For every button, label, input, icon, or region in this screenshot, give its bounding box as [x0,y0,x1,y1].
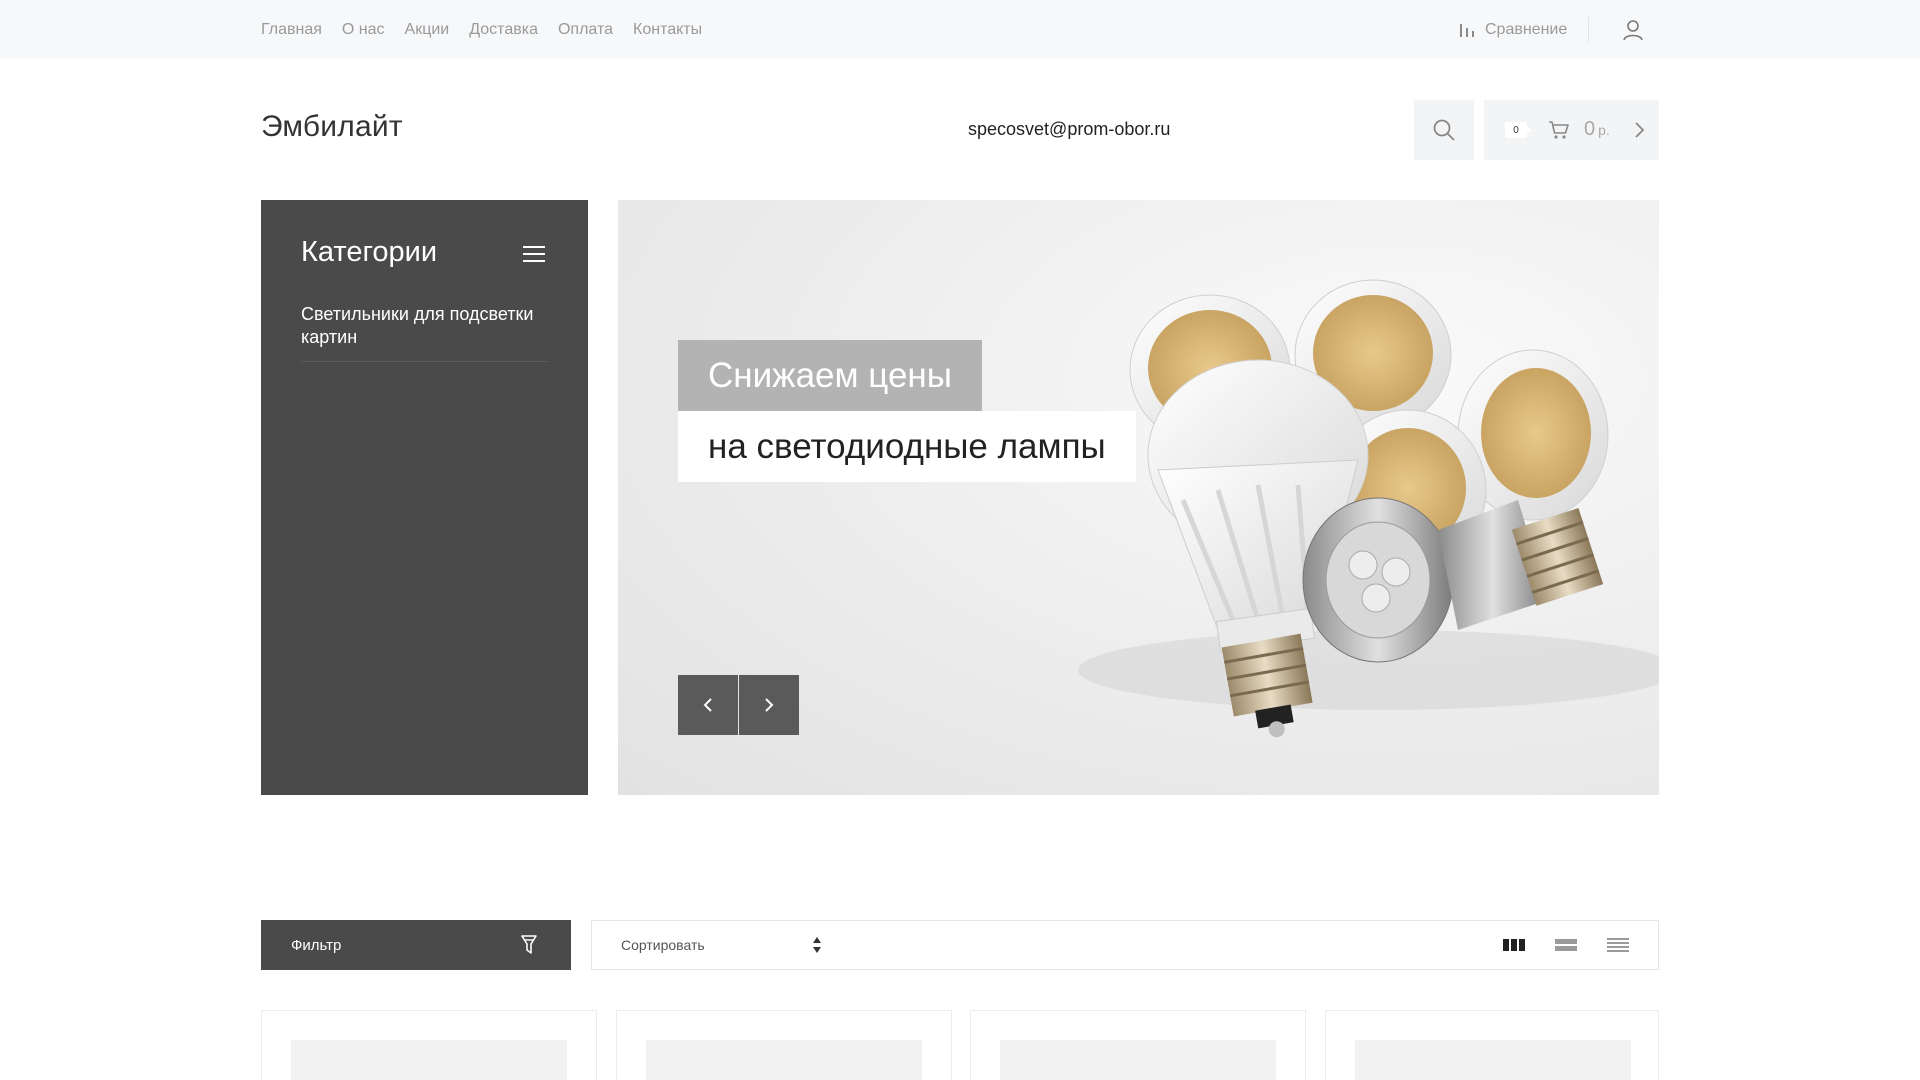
chevron-right-icon [1635,122,1645,138]
menu-icon[interactable] [522,244,546,264]
nav-link-payment[interactable]: Оплата [558,21,613,39]
slider-next-button[interactable] [739,675,799,735]
cart-total-value: 0 [1584,118,1596,140]
sort-select[interactable]: Сортировать [621,937,705,953]
site-logo[interactable]: Эмбилайт [261,110,403,144]
promo-banner-slider[interactable]: Снижаем цены на светодиодные лампы [618,200,1659,795]
categories-sidebar: Категории Светильники для подсветки карт… [261,200,588,795]
nav-link-home[interactable]: Главная [261,21,322,39]
cart-button[interactable]: 0 0 р. [1484,100,1659,160]
filter-label: Фильтр [291,936,342,954]
chevron-left-icon [703,698,712,712]
compare-icon [1460,23,1474,37]
nav-link-promotions[interactable]: Акции [405,21,450,39]
search-button[interactable] [1414,100,1474,160]
categories-title: Категории [301,236,438,268]
product-image-placeholder [646,1040,922,1080]
banner-caption-line-1: Снижаем цены [678,340,982,411]
product-card[interactable] [616,1010,952,1080]
nav-link-delivery[interactable]: Доставка [469,21,538,39]
slider-prev-button[interactable] [678,675,738,735]
cart-count-badge: 0 [1505,122,1532,138]
product-card[interactable] [1325,1010,1659,1080]
product-image-placeholder [1000,1040,1276,1080]
product-card[interactable] [261,1010,597,1080]
grid-view-icon[interactable] [1502,936,1526,954]
top-bar: Главная О нас Акции Доставка Оплата Конт… [0,0,1920,59]
nav-link-about[interactable]: О нас [342,21,385,39]
top-navigation: Главная О нас Акции Доставка Оплата Конт… [261,0,702,59]
sort-arrows-icon[interactable] [812,936,822,954]
contact-email[interactable]: specosvet@prom-obor.ru [968,119,1170,140]
filter-icon [521,935,537,954]
sort-toolbar: Сортировать [591,920,1659,970]
filter-button[interactable]: Фильтр [261,920,571,970]
product-image-placeholder [1355,1040,1631,1080]
category-item[interactable]: Светильники для подсветки картин [301,303,548,362]
user-account-button[interactable] [1620,17,1646,43]
cart-icon [1549,121,1569,139]
nav-link-contacts[interactable]: Контакты [633,21,702,39]
cart-currency: р. [1598,122,1610,138]
chevron-right-icon [765,698,774,712]
table-view-icon[interactable] [1606,936,1630,954]
list-view-icon[interactable] [1554,936,1578,954]
user-icon [1623,20,1643,41]
topbar-divider [1588,17,1589,43]
compare-label: Сравнение [1485,20,1568,38]
product-image-placeholder [291,1040,567,1080]
compare-link[interactable]: Сравнение [1459,0,1567,59]
product-card[interactable] [970,1010,1306,1080]
search-icon [1433,119,1455,141]
banner-caption-line-2: на светодиодные лампы [678,411,1136,482]
cart-total: 0 р. [1584,118,1610,141]
